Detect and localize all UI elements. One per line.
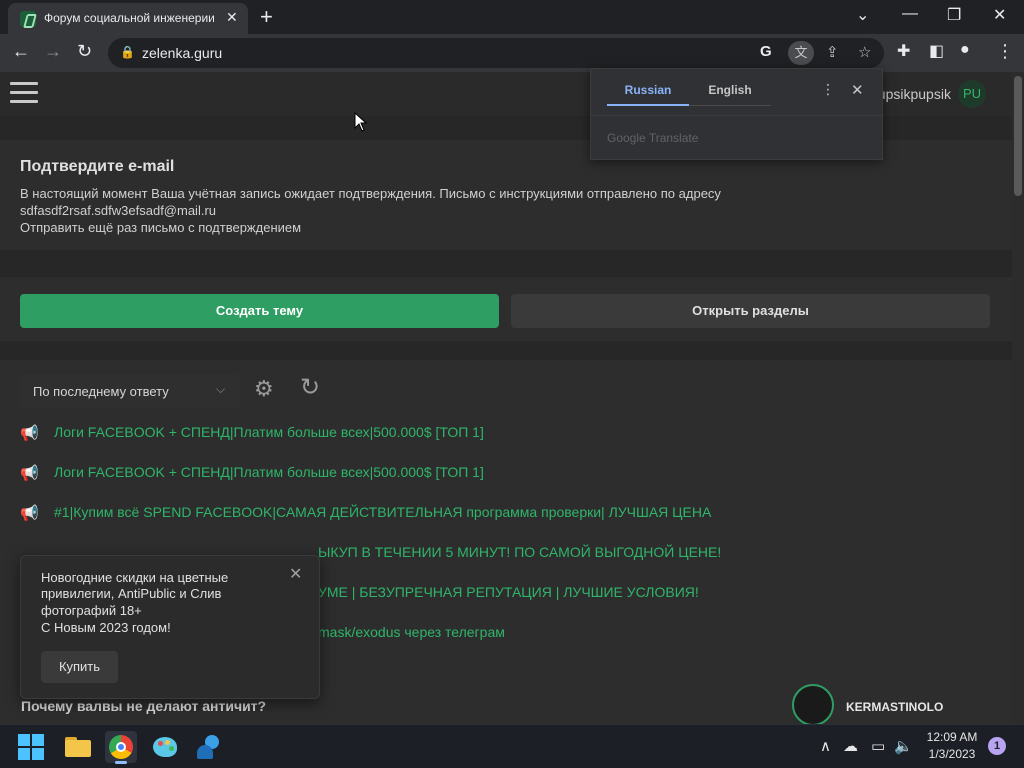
thread-title[interactable]: Логи FACEBOOK + СПЕНД|Платим больше всех… bbox=[54, 464, 484, 480]
browser-toolbar: ← → ↻ 🔒 zelenka.guru G 文 ⇪ ☆ ✚ ◧ ● ⋮ bbox=[0, 34, 1024, 72]
mouse-cursor-icon bbox=[354, 112, 368, 132]
people-app-icon[interactable] bbox=[193, 731, 225, 763]
page-scrollbar[interactable] bbox=[1012, 72, 1024, 724]
sort-select-label: По последнему ответу bbox=[33, 384, 169, 399]
refresh-icon[interactable]: ↻ bbox=[300, 376, 320, 400]
chrome-menu-icon[interactable]: ⋮ bbox=[996, 41, 1014, 62]
lock-icon[interactable]: 🔒 bbox=[120, 45, 135, 59]
tab-search-icon[interactable]: ⌄ bbox=[856, 5, 869, 25]
extensions-icon[interactable]: ✚ bbox=[897, 41, 910, 61]
close-icon[interactable]: ✕ bbox=[851, 81, 864, 99]
bookmark-star-icon[interactable]: ☆ bbox=[858, 43, 871, 61]
megaphone-icon: 📢 bbox=[20, 505, 39, 522]
paint-icon[interactable] bbox=[149, 731, 181, 763]
onedrive-cloud-icon[interactable]: ☁ bbox=[843, 737, 858, 755]
thread-title-plain[interactable]: Почему валвы не делают античит? bbox=[21, 698, 266, 714]
promo-text: привилегии, AntiPublic и Слив bbox=[41, 586, 222, 601]
maximize-button[interactable]: ❐ bbox=[947, 5, 961, 25]
author-avatar[interactable] bbox=[792, 684, 834, 724]
side-panel-icon[interactable]: ◧ bbox=[929, 41, 944, 61]
thread-author[interactable]: KERMASTINOLO bbox=[846, 700, 943, 714]
buy-button[interactable]: Купить bbox=[41, 651, 118, 683]
back-icon[interactable]: ← bbox=[12, 41, 30, 62]
email-confirm-text: В настоящий момент Ваша учётная запись о… bbox=[20, 186, 721, 201]
forward-icon[interactable]: → bbox=[44, 41, 62, 62]
profile-icon[interactable]: ● bbox=[960, 41, 970, 59]
resend-email-link[interactable]: Отправить ещё раз письмо с подтверждение… bbox=[20, 220, 301, 235]
chevron-down-icon: ⌵ bbox=[216, 382, 226, 396]
translate-tab-target[interactable]: English bbox=[689, 69, 771, 106]
user-avatar[interactable]: PU bbox=[958, 80, 986, 108]
translate-icon[interactable]: 文 bbox=[788, 41, 814, 65]
tab-close-icon[interactable]: ✕ bbox=[226, 9, 238, 26]
scrollbar-thumb[interactable] bbox=[1014, 76, 1022, 196]
thread-title[interactable]: ЫКУП В ТЕЧЕНИИ 5 МИНУТ! ПО САМОЙ ВЫГОДНО… bbox=[318, 544, 721, 560]
tray-overflow-icon[interactable]: ∧ bbox=[820, 737, 831, 755]
network-icon[interactable]: ▭ bbox=[871, 737, 885, 755]
url-text[interactable]: zelenka.guru bbox=[142, 45, 222, 61]
google-lens-icon[interactable]: G bbox=[760, 43, 772, 60]
reload-icon[interactable]: ↻ bbox=[77, 41, 92, 62]
create-topic-button[interactable]: Создать тему bbox=[20, 294, 499, 328]
new-tab-button[interactable]: + bbox=[260, 4, 273, 30]
windows-taskbar: ∧ ☁ ▭ 🔈 12:09 AM 1/3/2023 1 bbox=[0, 724, 1024, 768]
megaphone-icon: 📢 bbox=[20, 425, 39, 442]
clock-date[interactable]: 1/3/2023 bbox=[920, 747, 984, 761]
clock-time[interactable]: 12:09 AM bbox=[920, 730, 984, 744]
open-sections-button[interactable]: Открыть разделы bbox=[511, 294, 990, 328]
close-window-button[interactable]: ✕ bbox=[993, 5, 1006, 25]
promo-popup: Новогодние скидки на цветные привилегии,… bbox=[20, 555, 320, 699]
email-confirm-title: Подтвердите e-mail bbox=[20, 158, 175, 175]
translate-tab-source[interactable]: Russian bbox=[607, 69, 689, 106]
close-icon[interactable]: ✕ bbox=[289, 564, 302, 584]
menu-hamburger-icon[interactable] bbox=[10, 82, 38, 104]
site-favicon-icon bbox=[20, 11, 36, 27]
volume-icon[interactable]: 🔈 bbox=[894, 737, 913, 755]
minimize-button[interactable]: — bbox=[902, 5, 918, 23]
thread-title[interactable]: mask/exodus через телеграм bbox=[318, 624, 505, 640]
browser-tab-strip: Форум социальной инженерии ✕ + ⌄ — ❐ ✕ bbox=[0, 0, 1024, 34]
translate-popup: Russian English ⋮ ✕ Google Translate bbox=[590, 68, 883, 160]
windows-start-icon[interactable] bbox=[18, 734, 44, 760]
megaphone-icon: 📢 bbox=[20, 465, 39, 482]
thread-title[interactable]: #1|Купим всё SPEND FACEBOOK|САМАЯ ДЕЙСТВ… bbox=[54, 504, 711, 520]
thread-title[interactable]: Логи FACEBOOK + СПЕНД|Платим больше всех… bbox=[54, 424, 484, 440]
address-bar[interactable]: 🔒 zelenka.guru G 文 ⇪ ☆ bbox=[108, 38, 884, 68]
promo-text: фотографий 18+ bbox=[41, 603, 142, 618]
browser-tab[interactable]: Форум социальной инженерии ✕ bbox=[8, 3, 248, 34]
promo-text: Новогодние скидки на цветные bbox=[41, 570, 229, 585]
file-explorer-icon[interactable] bbox=[62, 731, 94, 763]
notification-badge[interactable]: 1 bbox=[988, 737, 1006, 755]
chrome-icon[interactable] bbox=[105, 731, 137, 764]
more-options-icon[interactable]: ⋮ bbox=[821, 81, 835, 98]
actions-card: Создать тему Открыть разделы bbox=[0, 277, 1012, 341]
sort-select[interactable]: По последнему ответу ⌵ bbox=[20, 374, 240, 408]
email-address: sdfasdf2rsaf.sdfw3efsadf@mail.ru bbox=[20, 203, 217, 218]
gear-icon[interactable]: ⚙ bbox=[254, 378, 274, 400]
thread-title[interactable]: УМЕ | БЕЗУПРЕЧНАЯ РЕПУТАЦИЯ | ЛУЧШИЕ УСЛ… bbox=[318, 584, 699, 600]
share-icon[interactable]: ⇪ bbox=[826, 43, 839, 61]
google-translate-brand: Google Translate bbox=[607, 131, 699, 145]
divider bbox=[591, 115, 882, 116]
tab-title: Форум социальной инженерии bbox=[44, 11, 215, 25]
promo-text: С Новым 2023 годом! bbox=[41, 620, 171, 635]
